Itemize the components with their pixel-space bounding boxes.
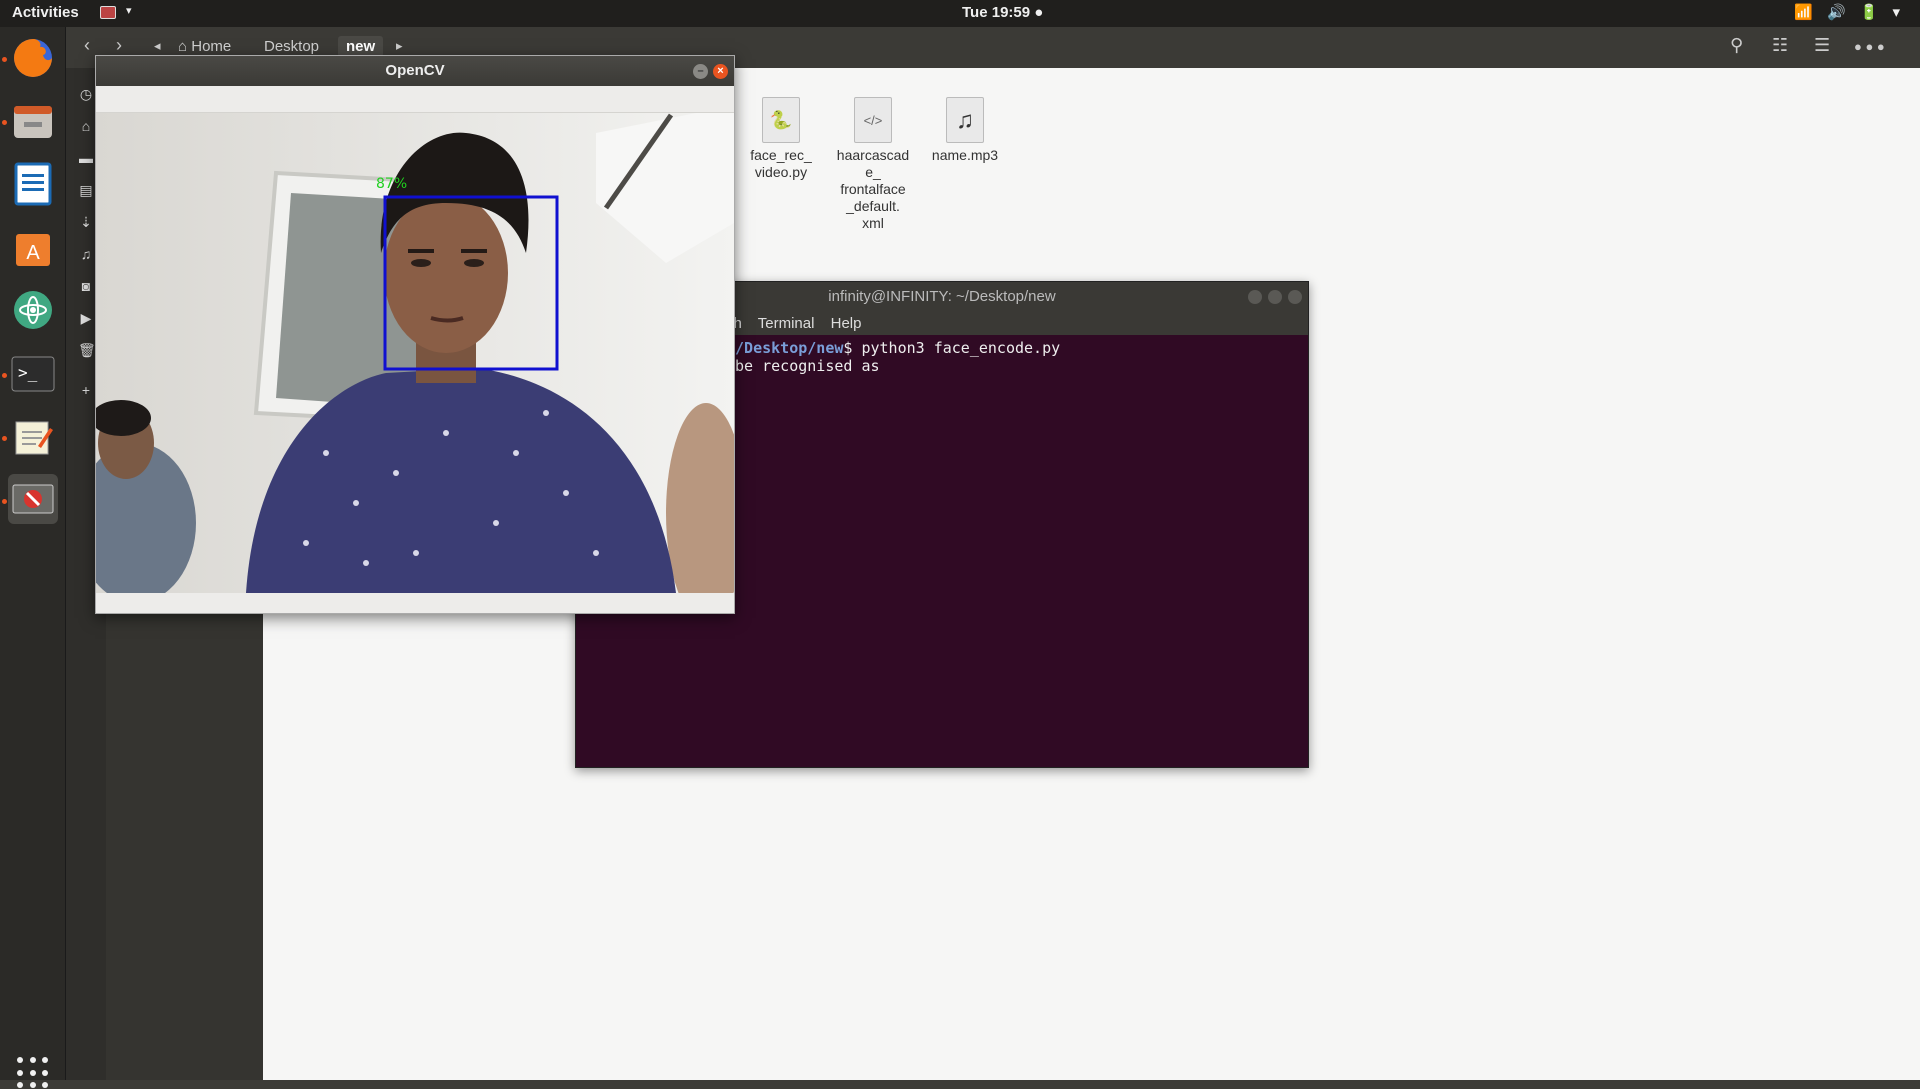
output-line: be recognised as	[735, 357, 880, 375]
pictures-icon[interactable]: ◙	[78, 278, 94, 294]
atom-icon[interactable]	[8, 285, 58, 335]
forward-button[interactable]: ›	[116, 35, 122, 56]
python-file-icon: 🐍	[762, 97, 800, 143]
text-editor-icon[interactable]	[8, 412, 58, 462]
search-icon[interactable]: ⚲	[1730, 35, 1743, 56]
menu-terminal[interactable]: Terminal	[758, 315, 815, 332]
home-icon[interactable]: ⌂	[78, 118, 94, 134]
recent-icon[interactable]: ◷	[78, 86, 94, 102]
volume-icon: 🔊	[1827, 4, 1846, 21]
software-center-icon[interactable]: A	[8, 222, 58, 272]
menu-help[interactable]: Help	[831, 315, 862, 332]
other-locations-icon[interactable]: +	[78, 382, 94, 398]
view-options-icon[interactable]: ☷	[1772, 35, 1788, 56]
home-icon: ⌂	[178, 38, 192, 55]
top-bar: Activities ▾ Tue 19:59 ● 📶 🔊 🔋 ▾	[0, 0, 1920, 27]
app-menu-icon[interactable]	[100, 6, 116, 19]
videos-icon[interactable]: ▶	[78, 310, 94, 326]
running-indicator	[2, 373, 7, 378]
file-item[interactable]: </> haarcascad e_ frontalface _default. …	[828, 97, 918, 232]
svg-text:A: A	[26, 242, 40, 264]
path-right-arrow[interactable]: ▸	[396, 38, 403, 54]
downloads-icon[interactable]: ⇣	[78, 214, 94, 230]
svg-text:>_: >_	[18, 363, 38, 382]
wifi-icon: 📶	[1794, 4, 1814, 21]
file-item[interactable]: 🐍 face_rec_ video.py	[736, 97, 826, 181]
breadcrumb-new[interactable]: new	[338, 36, 384, 57]
dock: A >_	[0, 27, 66, 1089]
system-menu-arrow-icon: ▾	[1892, 4, 1900, 21]
back-button[interactable]: ‹	[84, 35, 90, 56]
terminal-icon[interactable]: >_	[8, 349, 58, 399]
path-left-arrow[interactable]: ◂	[154, 38, 161, 54]
running-indicator	[2, 436, 7, 441]
webcam-image: 87%	[96, 113, 734, 593]
file-name: haarcascad e_ frontalface _default. xml	[836, 147, 910, 231]
file-item[interactable]: ♫ name.mp3	[920, 97, 1010, 164]
window-controls[interactable]: ● ● ●	[1854, 39, 1885, 54]
firefox-icon[interactable]	[8, 33, 58, 83]
maximize-icon[interactable]	[1268, 290, 1282, 304]
opencv-toolbar	[96, 86, 734, 113]
opencv-titlebar[interactable]: OpenCV – ×	[96, 56, 734, 86]
libreoffice-writer-icon[interactable]	[8, 159, 58, 209]
show-applications-icon[interactable]	[17, 1057, 49, 1089]
running-indicator	[2, 499, 7, 504]
minimize-icon[interactable]: –	[693, 64, 708, 79]
audio-file-icon: ♫	[946, 97, 984, 143]
clock[interactable]: Tue 19:59 ●	[962, 4, 1043, 21]
terminal-title: infinity@INFINITY: ~/Desktop/new	[828, 288, 1056, 305]
documents-icon[interactable]: ▤	[78, 182, 94, 198]
opencv-window[interactable]: OpenCV – × 87%	[95, 55, 735, 614]
breadcrumb-home[interactable]: ⌂ Home	[178, 38, 231, 55]
xml-file-icon: </>	[854, 97, 892, 143]
battery-icon: 🔋	[1859, 4, 1879, 21]
breadcrumb-home-label: Home	[191, 38, 232, 55]
breadcrumb-desktop[interactable]: Desktop	[264, 38, 319, 55]
music-icon[interactable]: ♫	[78, 246, 94, 262]
file-name: face_rec_ video.py	[750, 147, 812, 180]
file-name: name.mp3	[931, 147, 999, 163]
opencv-window-icon[interactable]	[8, 474, 58, 524]
close-icon[interactable]: ×	[713, 64, 728, 79]
minimize-icon[interactable]	[1248, 290, 1262, 304]
trash-icon[interactable]: 🗑	[78, 342, 96, 358]
opencv-title: OpenCV	[385, 62, 445, 79]
running-indicator	[2, 57, 7, 62]
running-indicator	[2, 120, 7, 125]
activities-button[interactable]: Activities	[12, 4, 79, 21]
close-icon[interactable]	[1288, 290, 1302, 304]
menu-icon[interactable]: ☰	[1814, 35, 1830, 56]
app-menu-arrow[interactable]: ▾	[126, 4, 132, 17]
command-text: $ python3 face_encode.py	[843, 339, 1061, 357]
files-icon[interactable]	[8, 96, 58, 146]
confidence-label: 87%	[376, 176, 407, 192]
prompt-path: ~/Desktop/new	[726, 339, 844, 357]
system-tray[interactable]: 📶 🔊 🔋 ▾	[1794, 3, 1900, 21]
camera-frame: 87%	[96, 113, 734, 593]
desktop-folder-icon[interactable]: ▬	[78, 150, 94, 166]
